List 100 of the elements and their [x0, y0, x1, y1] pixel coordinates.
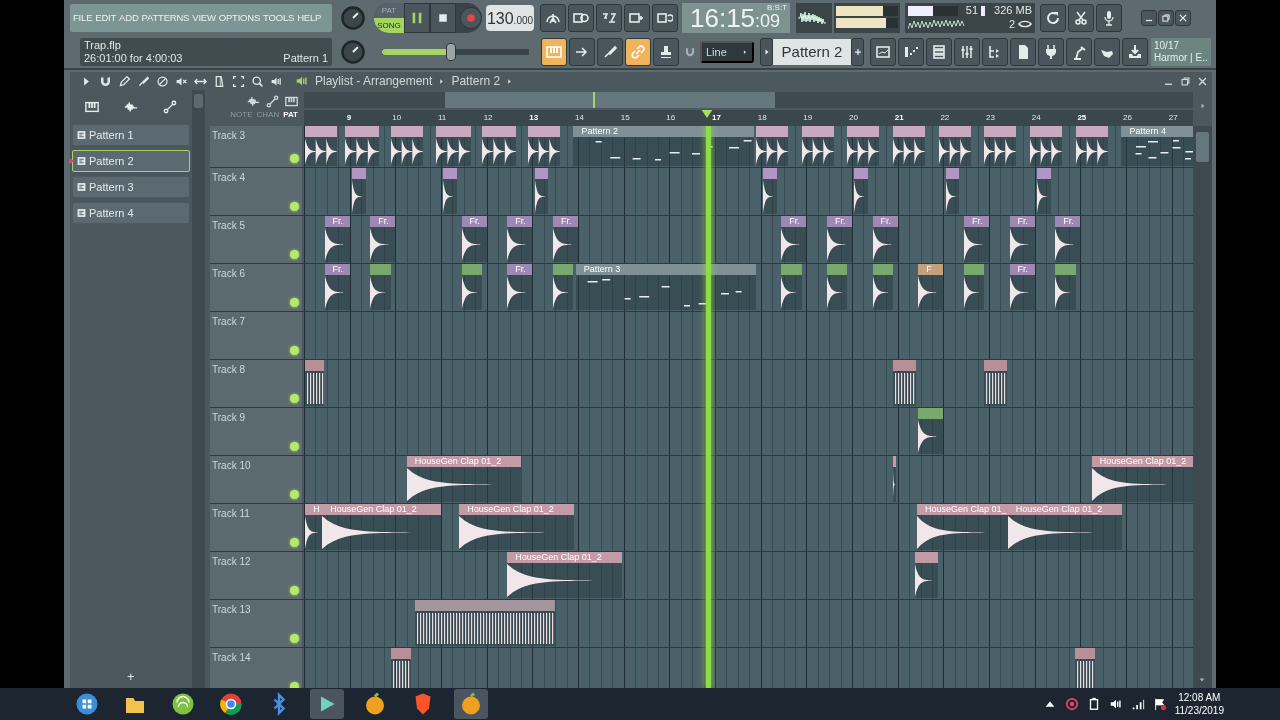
track-name: Track 8	[212, 364, 245, 375]
bar-number: 15	[620, 112, 630, 124]
filter-tab[interactable]: PAT	[283, 110, 298, 120]
clip-label: Pattern 2	[580, 126, 618, 137]
clip-label: HouseGen Clap 01_	[923, 504, 1007, 515]
menu-item[interactable]: FILE	[73, 10, 93, 26]
clip-label: Fr.	[331, 264, 344, 275]
pattern-item[interactable]: Pattern 1	[72, 124, 190, 146]
track-header[interactable]: Track 5	[210, 216, 302, 263]
track-name: Track 12	[212, 556, 251, 567]
plugin-name: Harmor | E..	[1154, 52, 1208, 64]
tempo-decimals: .000	[513, 15, 534, 28]
audio-clip[interactable]: Fr.	[1009, 216, 1035, 262]
hint-position: 26:01:00 for 4:00:03	[84, 52, 183, 65]
track-name: Track 11	[212, 508, 250, 519]
filter-tab[interactable]: CHAN	[256, 110, 280, 120]
track-header[interactable]: Track 9	[210, 408, 302, 455]
clip-label: Fr.	[970, 216, 983, 227]
audio-clip[interactable]: Fr.	[963, 216, 990, 262]
audio-clip[interactable]: HouseGen Clap 01_2	[507, 552, 623, 598]
bar-number: 11	[438, 112, 447, 124]
bar-number: 13	[529, 112, 539, 124]
menu-item[interactable]: VIEW	[192, 10, 216, 26]
filter-tab[interactable]: NOTE	[230, 110, 253, 120]
clip-label: HouseGen Clap 01_2	[329, 504, 417, 515]
audio-clip[interactable]: Fr.	[1009, 264, 1035, 310]
track-name: Track 10	[212, 460, 251, 471]
audio-clip[interactable]: Fr.	[324, 264, 350, 310]
audio-clip[interactable]: F	[918, 264, 944, 310]
pattern-clip[interactable]: Pattern 2	[573, 126, 754, 166]
audio-clip[interactable]: HouseGen Clap 01_	[916, 504, 1009, 550]
menu-item[interactable]: HELP	[297, 10, 322, 26]
audio-clip[interactable]: Fr.	[324, 216, 350, 262]
audio-clip[interactable]: Fr.	[507, 216, 533, 262]
plugin-count: 10/17	[1154, 40, 1181, 52]
pattern-clip[interactable]: Pattern 4	[1121, 126, 1193, 166]
bar-number: 9	[346, 112, 352, 124]
track-header[interactable]: Track 10	[210, 456, 302, 503]
pat-song-toggle[interactable]: PAT SONG	[374, 3, 404, 33]
pattern-clip[interactable]: Pattern 3	[575, 264, 757, 310]
clip-label: Fr.	[514, 216, 526, 227]
tempo-field[interactable]: 130.000	[486, 5, 534, 31]
track-name: Track 4	[212, 172, 245, 183]
pattern-item[interactable]: Pattern 4	[72, 202, 190, 224]
memory-reading: 326 MB	[994, 4, 1032, 17]
pattern-selector[interactable]: Pattern 2	[773, 39, 851, 65]
clip-label: Fr.	[833, 216, 846, 227]
track-header[interactable]: Track 14	[210, 648, 302, 688]
audio-clip[interactable]: Fr.	[552, 216, 578, 262]
track-header[interactable]: Track 4	[210, 168, 302, 215]
audio-clip[interactable]: HouseGen Clap 01_2	[406, 456, 521, 502]
track-header[interactable]: Track 6	[210, 264, 302, 311]
track-header[interactable]: Track 3	[210, 126, 302, 167]
track-header[interactable]: Track 11	[210, 504, 302, 551]
clock-seconds: :09	[755, 10, 781, 33]
track-name: Track 9	[212, 412, 245, 423]
bar-number: 26	[1123, 112, 1132, 124]
clip-label: Pattern 3	[582, 264, 621, 275]
audio-clip[interactable]: Fr.	[781, 216, 807, 262]
track-lane[interactable]: Fr. Fr. Pattern 3 F Fr.	[304, 264, 1193, 311]
track-lane[interactable]: HouseGen Clap 01_2 HouseGen Clap 01_2	[304, 456, 1193, 503]
clock-time: 16:15	[690, 3, 756, 33]
playlist-title: Playlist - Arrangement	[315, 73, 433, 90]
audio-clip[interactable]: Fr.	[826, 216, 852, 262]
audio-clip[interactable]: Fr.	[507, 264, 533, 310]
menu-item[interactable]: EDIT	[95, 10, 117, 26]
menu-item[interactable]: PATTERNS	[141, 10, 190, 26]
track-lane[interactable]: Fr. Fr. Fr. Fr. Fr. Fr. Fr. Fr. Fr. Fr. Fr.	[304, 216, 1193, 263]
track-lane[interactable]: Pattern 2 Pattern 4	[304, 126, 1193, 167]
audio-clip[interactable]: Fr.	[872, 216, 898, 262]
audio-clip[interactable]: HouseGen Clap 01_2	[1091, 456, 1193, 502]
track-lane[interactable]: H HouseGen Clap 01_2 HouseGen Clap 01_2 HouseGen Clap 01_ HouseGen Clap 01_2	[304, 504, 1193, 551]
track-header[interactable]: Track 13	[210, 600, 302, 647]
audio-clip[interactable]: Fr.	[1055, 216, 1081, 262]
audio-clip[interactable]: HouseGen Clap 01_2	[459, 504, 575, 550]
audio-clip[interactable]: H	[305, 504, 323, 550]
track-name: Track 7	[212, 316, 245, 327]
track-header[interactable]: Track 8	[210, 360, 302, 407]
snap-dropdown[interactable]: Line	[700, 41, 754, 63]
pattern-item[interactable]: Pattern 2	[72, 150, 190, 172]
clip-label: Fr.	[331, 216, 344, 227]
track-lane[interactable]: HouseGen Clap 01_2	[304, 552, 1193, 599]
track-header[interactable]: Track 12	[210, 552, 302, 599]
add-pattern-button[interactable]: +	[127, 666, 135, 686]
pattern-item[interactable]: Pattern 3	[72, 176, 190, 198]
audio-clip[interactable]: HouseGen Clap 01_2	[1007, 504, 1122, 550]
polyphony-reading: 2	[1008, 17, 1015, 31]
menu-item[interactable]: ADD	[119, 10, 139, 26]
menu-item[interactable]: OPTIONS	[218, 10, 261, 26]
track-name: Track 13	[212, 604, 251, 615]
menu-item[interactable]: TOOLS	[263, 10, 295, 26]
timeline-ruler[interactable]: 9 10 11 12 13 14 15 16 17 18 19 20 21 22 23 24 25 26 27	[304, 110, 1193, 126]
audio-clip[interactable]: HouseGen Clap 01_2	[322, 504, 441, 550]
pat-label: PAT	[380, 4, 398, 17]
plugin-panel[interactable]: 10/17 Harmor | E..	[1151, 38, 1211, 66]
bar-number: 19	[803, 112, 813, 124]
audio-clip[interactable]: Fr.	[461, 216, 487, 262]
track-header[interactable]: Track 7	[210, 312, 302, 359]
audio-clip[interactable]: Fr.	[370, 216, 396, 262]
bar-number: 27	[1168, 112, 1178, 124]
